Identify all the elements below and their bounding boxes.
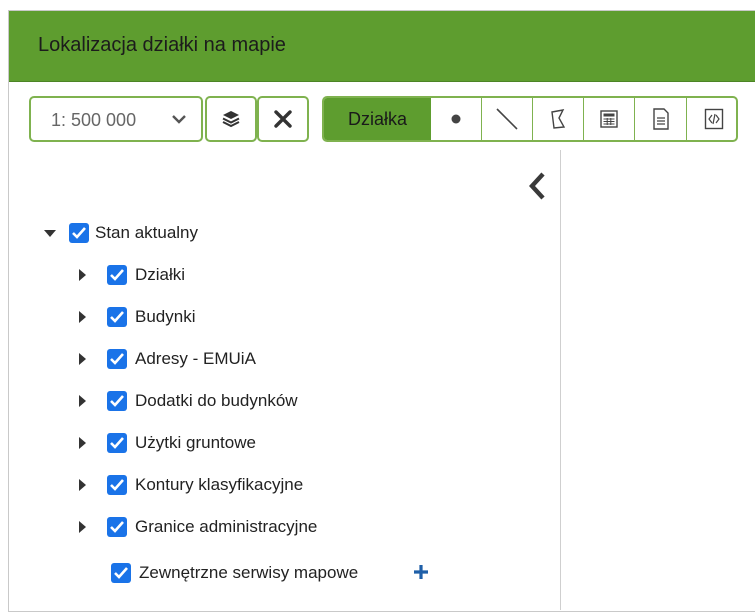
checkbox[interactable] [107,307,127,327]
polygon-tool-button[interactable] [533,98,584,140]
tree-item-budynki[interactable]: Budynki [77,306,477,330]
tree-item-dodatki[interactable]: Dodatki do budynków [77,390,477,414]
tree-label: Budynki [135,307,196,326]
caret-right-icon[interactable] [77,436,87,455]
scale-value: 1: 500 000 [51,110,137,130]
export-tool-button[interactable] [687,98,736,140]
panel-header: Lokalizacja działki na mapie [9,11,755,82]
caret-right-icon[interactable] [77,520,87,539]
chevron-left-icon [523,172,553,208]
caret-right-icon[interactable] [77,394,87,413]
caret-right-icon[interactable] [77,268,87,287]
checkbox[interactable] [107,349,127,369]
calculator-tool-button[interactable] [584,98,635,140]
tree-label: Granice administracyjne [135,517,318,536]
parcel-tool-label: Działka [347,109,408,129]
tool-group: Działka [322,96,738,142]
checkbox[interactable] [107,391,127,411]
checkbox[interactable] [107,517,127,537]
tree-item-kontury[interactable]: Kontury klasyfikacyjne [77,474,477,498]
tree-item-dzialki[interactable]: Działki [77,264,477,288]
scale-select[interactable]: 1: 500 000 [29,96,203,142]
layers-button[interactable] [205,96,257,142]
caret-down-icon[interactable] [43,226,57,245]
caret-right-icon[interactable] [77,352,87,371]
collapse-panel-button[interactable] [523,168,553,204]
checkbox[interactable] [107,475,127,495]
tree-item-granice[interactable]: Granice administracyjne [77,516,477,540]
tree-item-adresy[interactable]: Adresy - EMUiA [77,348,477,372]
tree-label: Działki [135,265,186,284]
checkbox[interactable] [69,223,89,243]
tree-root-stan-aktualny[interactable]: Stan aktualny [43,222,343,246]
checkbox[interactable] [107,265,127,285]
tree-label: Dodatki do budynków [135,391,298,410]
chevron-down-icon [171,111,187,132]
tree-item-external-services[interactable]: Zewnętrzne serwisy mapowe [111,562,531,586]
tree-item-uzytki[interactable]: Użytki gruntowe [77,432,477,456]
tree-label: Zewnętrzne serwisy mapowe [139,563,359,582]
layer-tree-panel: Stan aktualny Działki Budynki Adresy - E… [29,150,561,610]
caret-right-icon[interactable] [77,478,87,497]
point-tool-button[interactable] [431,98,482,140]
report-tool-button[interactable] [635,98,687,140]
line-tool-button[interactable] [482,98,533,140]
clear-button[interactable] [257,96,309,142]
tree-label: Użytki gruntowe [135,433,256,452]
caret-right-icon[interactable] [77,310,87,329]
tree-label: Stan aktualny [95,223,199,242]
checkbox[interactable] [111,563,131,583]
checkbox[interactable] [107,433,127,453]
tree-label: Adresy - EMUiA [135,349,256,368]
page-title: Lokalizacja działki na mapie [38,34,286,56]
parcel-tool-button[interactable]: Działka [324,98,431,140]
plus-icon[interactable] [413,564,429,585]
tree-label: Kontury klasyfikacyjne [135,475,304,494]
